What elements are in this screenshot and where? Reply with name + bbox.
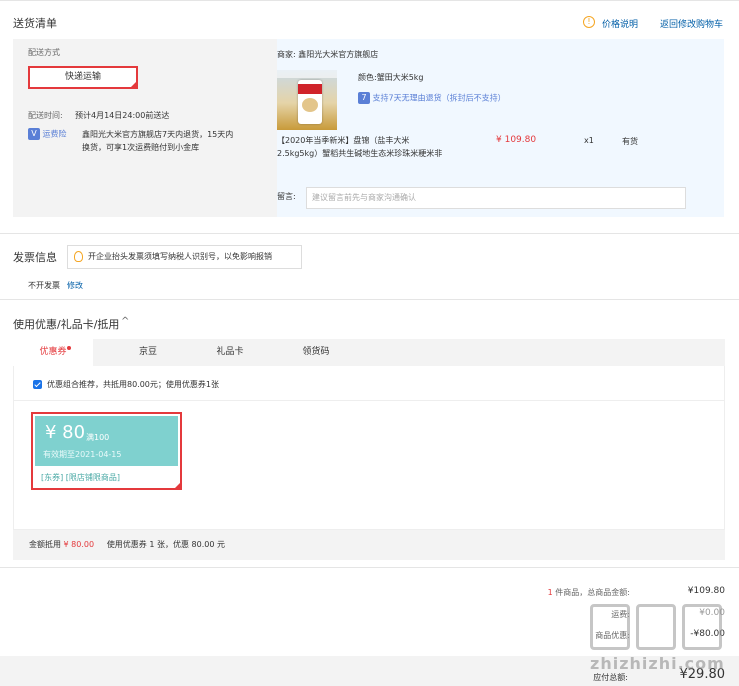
shop-name: 鑫阳光大米官方旗舰店	[298, 50, 379, 59]
recommend-text: 优惠组合推荐，共抵用80.00元；使用优惠券1张	[47, 380, 219, 389]
watermark: zhizhizhi.com	[590, 600, 730, 680]
coupon-header: ¥ 80 满100 有效期至2021-04-15	[35, 416, 178, 466]
discount-summary-detail: 使用优惠券 1 张，优惠 80.00 元	[106, 540, 225, 549]
goods-count-label: 1 件商品，总商品金额:	[547, 588, 630, 597]
product-badge	[277, 70, 337, 78]
goods-total: ¥109.80	[687, 586, 725, 596]
tab-gift-card[interactable]: 礼品卡	[190, 339, 270, 366]
rice-bag-graphic	[298, 80, 322, 124]
return-policy: 7 支持7天无理由退货（拆封后不支持）	[358, 92, 506, 104]
product-color: 颜色:蟹田大米5kg	[358, 73, 424, 82]
delivery-time-label: 配送时间:	[28, 111, 63, 120]
divider	[0, 299, 739, 300]
product-title[interactable]: 【2020年当季新米】盘锦（盐丰大米 2.5kg5kg）蟹稻共生碱地生态米珍珠米…	[277, 134, 477, 160]
divider	[0, 233, 739, 234]
coupon-tags: [东券] [限店铺限商品]	[41, 473, 121, 482]
recommend-checkbox[interactable]	[33, 380, 42, 389]
delivery-time-value: 预计4月14日24:00前送达	[75, 111, 170, 120]
discount-tabs: 优惠券 京豆 礼品卡 领货码	[13, 339, 725, 366]
chevron-up-icon[interactable]: ^	[121, 316, 129, 327]
info-icon: !	[583, 16, 595, 28]
new-dot-icon	[67, 346, 71, 350]
shop-label: 商家: 鑫阳光大米官方旗舰店	[277, 50, 379, 59]
stock-status: 有货	[622, 137, 638, 146]
selected-corner-icon	[129, 80, 138, 89]
product-image[interactable]	[277, 70, 337, 130]
selected-corner-icon	[173, 481, 182, 490]
divider	[14, 400, 724, 401]
lightbulb-icon	[74, 251, 83, 262]
remark-input[interactable]: 建议留言前先与商家沟通确认	[306, 187, 686, 209]
coupon-condition: 满100	[86, 433, 110, 442]
tab-jingdou[interactable]: 京豆	[108, 339, 188, 366]
section-title-shipping: 送货清单	[13, 17, 57, 30]
section-title-invoice: 发票信息	[13, 251, 57, 264]
delivery-method-value: 快递运输	[64, 72, 101, 82]
remark-label: 留言:	[277, 192, 296, 201]
coupon-expiry: 有效期至2021-04-15	[43, 450, 122, 459]
coupon-panel: 优惠组合推荐，共抵用80.00元；使用优惠券1张 ¥ 80 满100 有效期至2…	[13, 366, 725, 530]
top-divider	[0, 0, 739, 1]
product-price: ¥ 109.80	[496, 135, 537, 145]
seven-day-return-icon: 7	[358, 92, 370, 104]
section-title-discount[interactable]: 使用优惠/礼品卡/抵用	[13, 316, 119, 332]
express-delivery-button[interactable]: 快递运输	[28, 66, 138, 89]
coupon-amount: ¥ 80	[45, 422, 86, 443]
coupon-card[interactable]: ¥ 80 满100 有效期至2021-04-15 [东券] [限店铺限商品]	[31, 412, 182, 490]
back-to-cart-link[interactable]: 返回修改购物车	[660, 17, 723, 30]
delivery-method-label: 配送方式	[28, 48, 60, 57]
freight-insurance-desc: 鑫阳光大米官方旗舰店7天内退货，15天内 换货，可享1次运费赔付到小金库	[82, 130, 234, 152]
shop-order-panel: 商家: 鑫阳光大米官方旗舰店 颜色:蟹田大米5kg 7 支持7天无理由退货（拆封…	[277, 39, 724, 217]
price-info-link[interactable]: 价格说明	[602, 17, 638, 30]
shipping-panel: 配送方式 快递运输 配送时间: 预计4月14日24:00前送达 V 运费险 鑫阳…	[13, 39, 724, 217]
freight-insurance-tag[interactable]: V 运费险	[28, 128, 67, 140]
tab-pickup-code[interactable]: 领货码	[276, 339, 356, 366]
tab-coupon[interactable]: 优惠券	[13, 339, 93, 366]
invoice-edit-link[interactable]: 修改	[67, 280, 83, 291]
discount-summary-amount: ¥ 80.00	[63, 540, 95, 549]
invoice-tip: 开企业抬头发票须填写纳税人识别号，以免影响报销	[67, 245, 302, 269]
product-quantity: x1	[584, 136, 594, 145]
discount-summary: 金额抵用 ¥ 80.00 使用优惠券 1 张，优惠 80.00 元	[13, 530, 725, 560]
shield-check-icon: V	[28, 128, 40, 140]
invoice-value: 不开发票	[28, 281, 60, 290]
divider	[0, 567, 739, 568]
